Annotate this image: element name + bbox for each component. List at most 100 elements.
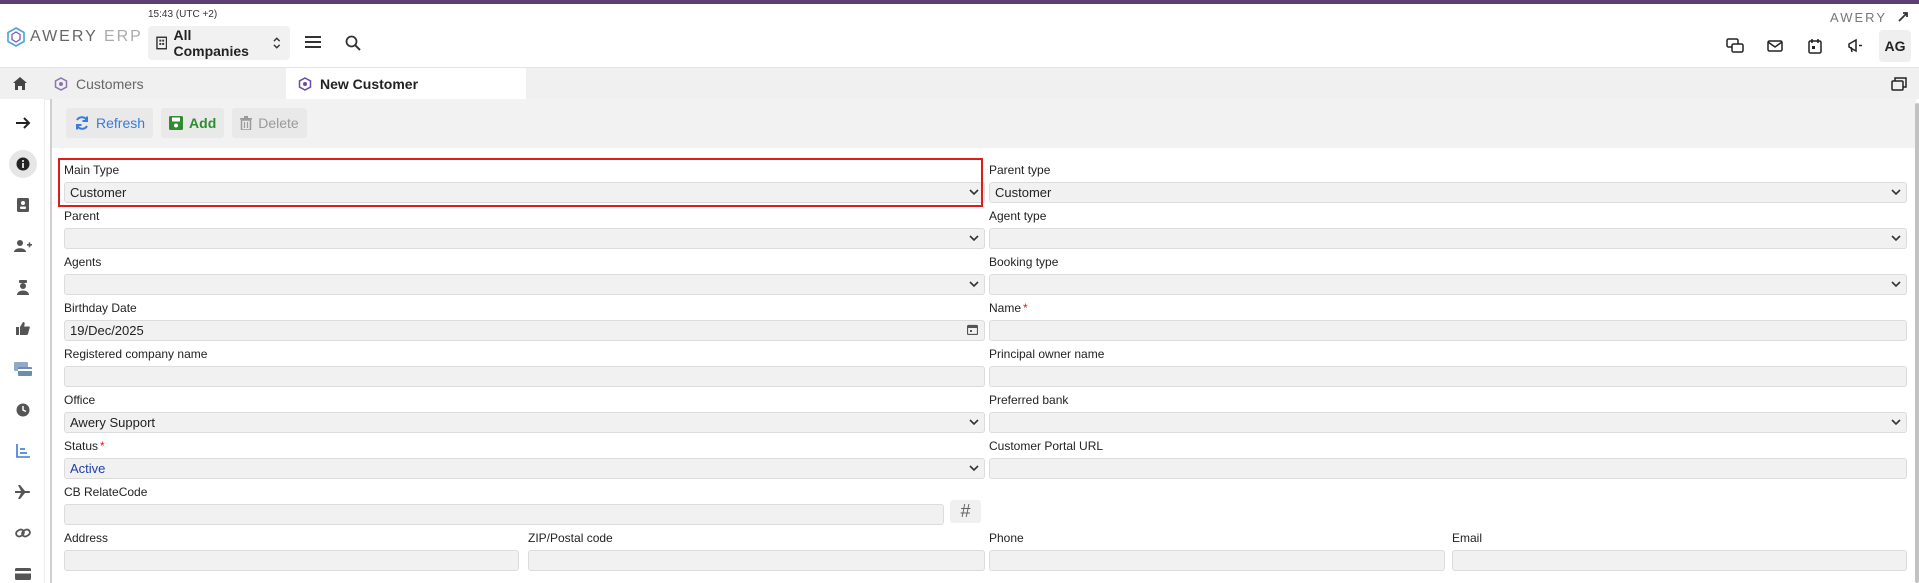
agent-type-select[interactable] bbox=[989, 228, 1907, 249]
parent-select[interactable] bbox=[64, 228, 985, 249]
tab-new-customer[interactable]: New Customer bbox=[286, 68, 526, 100]
field-label: Status * bbox=[64, 439, 105, 453]
trash-icon bbox=[240, 116, 253, 130]
agents-select[interactable] bbox=[64, 274, 985, 295]
email-field: Email bbox=[1452, 530, 1907, 571]
save-icon bbox=[169, 116, 184, 130]
field-label: Customer Portal URL bbox=[989, 439, 1104, 453]
window-restore-icon[interactable] bbox=[1891, 77, 1907, 91]
zip-field: ZIP/Postal code bbox=[528, 530, 985, 571]
add-button[interactable]: Add bbox=[161, 108, 225, 138]
parent-type-select[interactable]: Customer bbox=[989, 182, 1907, 203]
field-label: Preferred bank bbox=[989, 393, 1069, 407]
clock-time: 15:43 (UTC +2) bbox=[148, 9, 218, 20]
field-label: Name * bbox=[989, 301, 1028, 315]
customer-portal-url-input[interactable] bbox=[989, 458, 1907, 479]
logo[interactable]: AWERY ERP bbox=[6, 27, 143, 47]
chat-icon[interactable] bbox=[1715, 30, 1755, 62]
chevron-down-icon bbox=[1891, 235, 1901, 242]
preferred-bank-field: Preferred bank bbox=[989, 392, 1907, 433]
field-label: Address bbox=[64, 531, 109, 545]
field-label: Birthday Date bbox=[64, 301, 137, 315]
address-input[interactable] bbox=[64, 550, 519, 571]
booking-type-field: Booking type bbox=[989, 254, 1907, 295]
sidebar bbox=[0, 99, 45, 583]
parent-field: Parent bbox=[64, 208, 985, 249]
field-label: Parent bbox=[64, 209, 100, 223]
chevron-down-icon bbox=[969, 465, 979, 472]
field-label: Agent type bbox=[989, 209, 1047, 223]
calendar-icon[interactable] bbox=[967, 324, 978, 335]
arrow-right-icon[interactable] bbox=[9, 109, 37, 137]
hex-icon bbox=[54, 77, 68, 91]
calendar-icon[interactable] bbox=[1795, 30, 1835, 62]
required-mark: * bbox=[1023, 301, 1028, 315]
registered-company-name-field: Registered company name bbox=[64, 346, 985, 387]
contact-card-icon[interactable] bbox=[9, 191, 37, 219]
field-label: CB RelateCode bbox=[64, 485, 148, 499]
toolbar: Refresh Add Delete bbox=[66, 108, 307, 138]
cb-relatecode-input[interactable] bbox=[64, 504, 944, 525]
hamburger-menu-icon[interactable] bbox=[305, 35, 321, 49]
field-label: Phone bbox=[989, 531, 1024, 545]
scrollbar[interactable] bbox=[1915, 103, 1919, 583]
delete-button[interactable]: Delete bbox=[232, 108, 307, 138]
birthday-date-input[interactable]: 19/Dec/2025 bbox=[64, 320, 985, 341]
plane-icon[interactable] bbox=[9, 478, 37, 506]
zip-input[interactable] bbox=[528, 550, 985, 571]
card-icon[interactable] bbox=[9, 560, 37, 583]
expand-icon[interactable] bbox=[1897, 11, 1909, 23]
field-label: Booking type bbox=[989, 255, 1059, 269]
parent-type-field: Parent type Customer bbox=[989, 162, 1907, 203]
phone-field: Phone bbox=[989, 530, 1445, 571]
highlight-box bbox=[58, 158, 983, 207]
field-label: Principal owner name bbox=[989, 347, 1105, 361]
name-input[interactable] bbox=[989, 320, 1907, 341]
cb-relatecode-field: CB RelateCode bbox=[64, 484, 944, 525]
clock-icon[interactable] bbox=[9, 396, 37, 424]
agent-icon[interactable] bbox=[9, 273, 37, 301]
field-label: Email bbox=[1452, 531, 1483, 545]
field-label: Office bbox=[64, 393, 96, 407]
search-icon[interactable] bbox=[345, 35, 361, 51]
email-input[interactable] bbox=[1452, 550, 1907, 571]
chevron-down-icon bbox=[1891, 419, 1901, 426]
agents-field: Agents bbox=[64, 254, 985, 295]
home-icon[interactable] bbox=[12, 76, 28, 91]
chevron-down-icon bbox=[969, 281, 979, 288]
booking-type-select[interactable] bbox=[989, 274, 1907, 295]
mail-icon[interactable] bbox=[1755, 30, 1795, 62]
tab-label: New Customer bbox=[320, 76, 419, 92]
logo-hex-icon bbox=[7, 27, 25, 47]
chart-icon[interactable] bbox=[9, 437, 37, 465]
avatar[interactable]: AG bbox=[1879, 30, 1911, 62]
link-icon[interactable] bbox=[9, 519, 37, 547]
birthday-date-field: Birthday Date 19/Dec/2025 bbox=[64, 300, 985, 341]
thumbs-up-icon[interactable] bbox=[9, 314, 37, 342]
phone-input[interactable] bbox=[989, 550, 1445, 571]
field-label: ZIP/Postal code bbox=[528, 531, 613, 545]
preferred-bank-select[interactable] bbox=[989, 412, 1907, 433]
megaphone-icon[interactable] bbox=[1835, 30, 1875, 62]
principal-owner-name-input[interactable] bbox=[989, 366, 1907, 387]
principal-owner-name-field: Principal owner name bbox=[989, 346, 1907, 387]
add-user-icon[interactable] bbox=[9, 232, 37, 260]
tab-customers[interactable]: Customers bbox=[42, 68, 284, 100]
generate-code-button[interactable]: # bbox=[950, 500, 981, 523]
refresh-button[interactable]: Refresh bbox=[66, 108, 154, 138]
address-field: Address bbox=[64, 530, 519, 571]
status-field: Status * Active bbox=[64, 438, 985, 479]
registered-company-name-input[interactable] bbox=[64, 366, 985, 387]
status-select[interactable]: Active bbox=[64, 458, 985, 479]
company-selector[interactable]: All Companies bbox=[148, 26, 290, 60]
payment-icon[interactable] bbox=[9, 355, 37, 383]
customer-portal-url-field: Customer Portal URL bbox=[989, 438, 1907, 479]
tab-bar: Customers New Customer bbox=[0, 67, 1919, 100]
office-select[interactable]: Awery Support bbox=[64, 412, 985, 433]
info-icon[interactable] bbox=[9, 150, 37, 178]
refresh-icon bbox=[76, 116, 88, 130]
hex-icon bbox=[298, 77, 312, 91]
office-field: Office Awery Support bbox=[64, 392, 985, 433]
chevron-down-icon bbox=[1891, 281, 1901, 288]
tab-label: Customers bbox=[76, 76, 144, 92]
